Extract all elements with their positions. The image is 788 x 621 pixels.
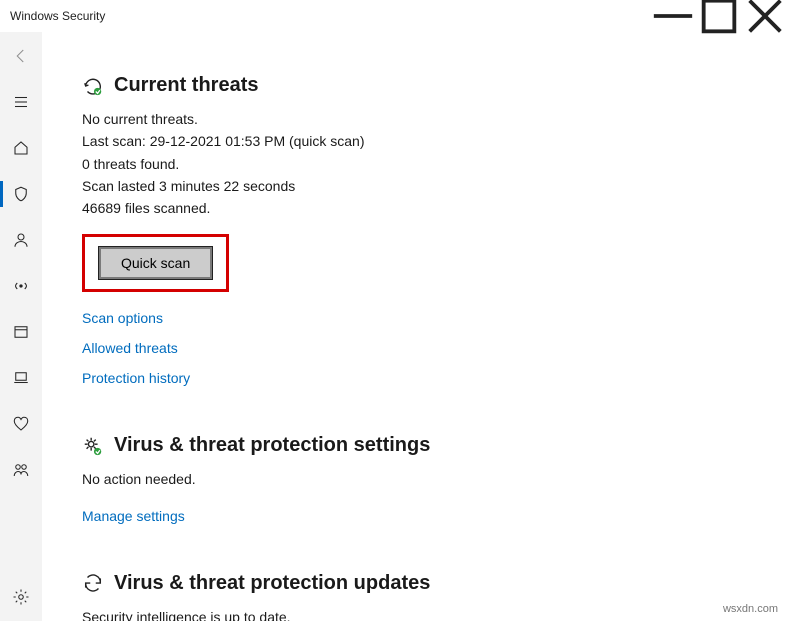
threats-found: 0 threats found.: [82, 154, 748, 174]
sidebar-item-home[interactable]: [0, 134, 42, 162]
window-title: Windows Security: [10, 9, 105, 23]
arrow-left-icon: [12, 47, 30, 65]
sidebar-item-account-protection[interactable]: [0, 226, 42, 254]
manage-settings-link[interactable]: Manage settings: [82, 508, 748, 524]
threats-last-scan: Last scan: 29-12-2021 01:53 PM (quick sc…: [82, 131, 748, 151]
sidebar-item-app-browser-control[interactable]: [0, 318, 42, 346]
laptop-icon: [12, 369, 30, 387]
family-icon: [12, 461, 30, 479]
protection-settings-gear-icon: [82, 435, 104, 457]
heart-icon: [12, 415, 30, 433]
menu-button[interactable]: [0, 88, 42, 116]
window-controls: [650, 0, 788, 32]
threats-duration: Scan lasted 3 minutes 22 seconds: [82, 176, 748, 196]
quick-scan-highlight: Quick scan: [82, 234, 229, 292]
current-threats-heading: Current threats: [114, 74, 258, 97]
shield-icon: [12, 185, 30, 203]
broadcast-icon: [12, 277, 30, 295]
hamburger-icon: [12, 93, 30, 111]
allowed-threats-link[interactable]: Allowed threats: [82, 340, 748, 356]
quick-scan-button[interactable]: Quick scan: [99, 247, 212, 279]
maximize-button[interactable]: [696, 0, 742, 32]
sidebar: [0, 32, 42, 621]
updates-refresh-icon: [82, 572, 104, 594]
protection-updates-section: Virus & threat protection updates Securi…: [82, 572, 748, 621]
minimize-button[interactable]: [650, 0, 696, 32]
protection-settings-section: Virus & threat protection settings No ac…: [82, 434, 748, 523]
back-button[interactable]: [0, 42, 42, 70]
title-bar: Windows Security: [0, 0, 788, 32]
home-icon: [12, 139, 30, 157]
person-icon: [12, 231, 30, 249]
main-content: Current threats No current threats. Last…: [42, 32, 788, 621]
sidebar-item-device-performance[interactable]: [0, 410, 42, 438]
protection-history-link[interactable]: Protection history: [82, 370, 748, 386]
sidebar-item-virus-protection[interactable]: [0, 180, 42, 208]
window-icon: [12, 323, 30, 341]
threats-status: No current threats.: [82, 109, 748, 129]
sidebar-item-device-security[interactable]: [0, 364, 42, 392]
sidebar-item-firewall[interactable]: [0, 272, 42, 300]
protection-updates-heading: Virus & threat protection updates: [114, 572, 430, 595]
sidebar-item-family-options[interactable]: [0, 456, 42, 484]
watermark-text: wsxdn.com: [723, 603, 778, 615]
scan-options-link[interactable]: Scan options: [82, 310, 748, 326]
close-button[interactable]: [742, 0, 788, 32]
current-threats-section: Current threats No current threats. Last…: [82, 74, 748, 386]
protection-settings-status: No action needed.: [82, 469, 748, 489]
protection-settings-heading: Virus & threat protection settings: [114, 434, 430, 457]
protection-updates-status: Security intelligence is up to date.: [82, 607, 748, 621]
gear-icon: [12, 588, 30, 606]
scan-history-icon: [82, 75, 104, 97]
threats-files: 46689 files scanned.: [82, 198, 748, 218]
sidebar-item-settings[interactable]: [0, 583, 42, 611]
